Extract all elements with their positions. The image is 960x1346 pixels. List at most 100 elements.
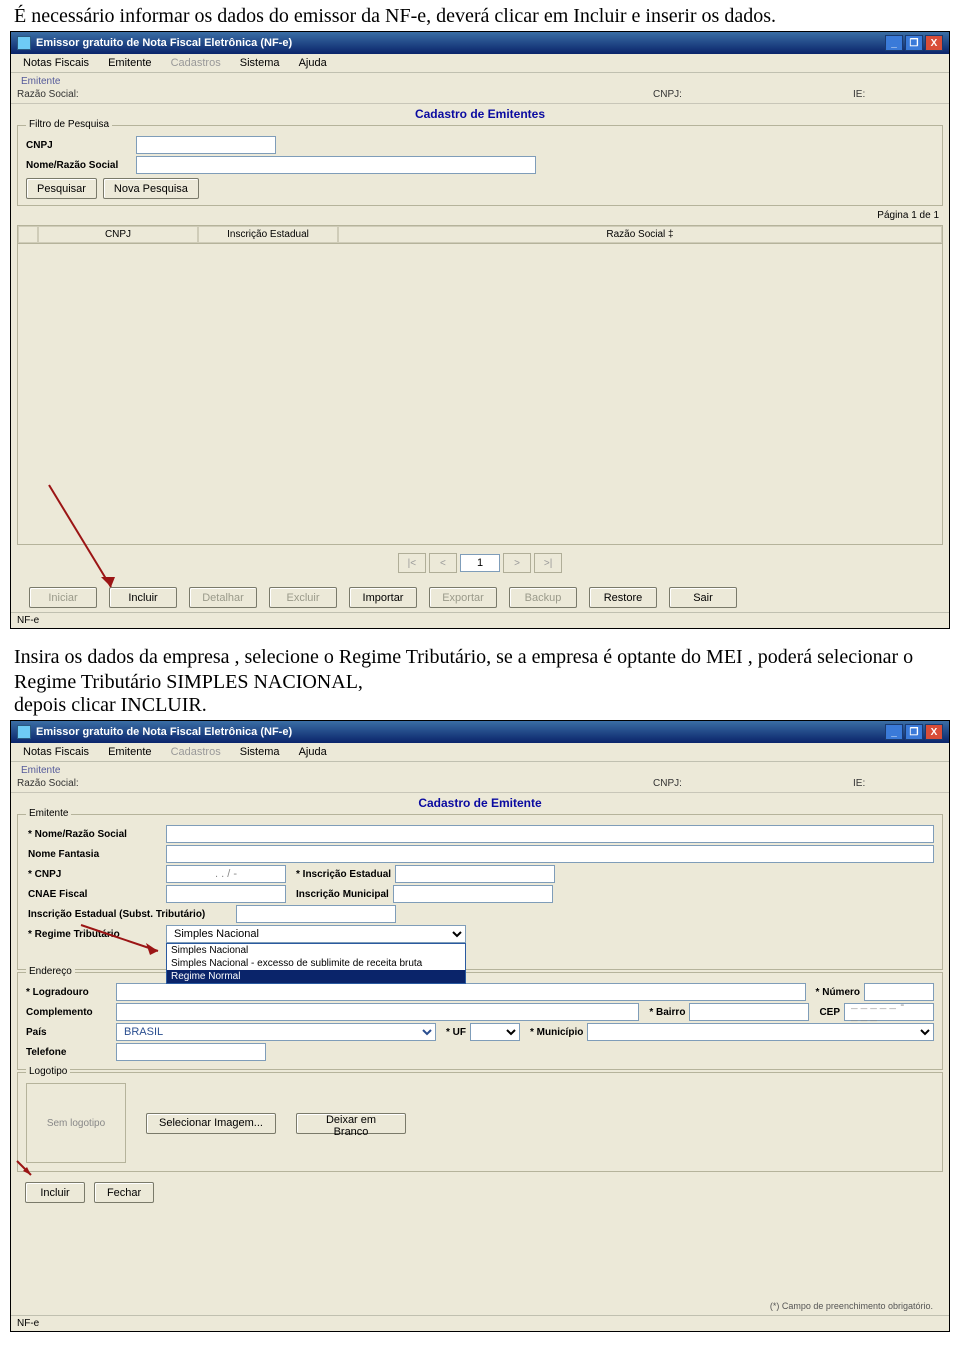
menu-sistema[interactable]: Sistema [232,745,288,759]
emitente-fieldset: Emitente * Nome/Razão Social Nome Fantas… [17,814,943,970]
intro-paragraph-3: depois clicar INCLUIR. [14,693,946,718]
close-button[interactable]: X [925,35,943,51]
nav-next-button[interactable]: > [503,553,531,573]
pais-label: País [26,1027,116,1038]
page-indicator: Página 1 de 1 [11,208,949,223]
insc-mun-input[interactable] [393,885,553,903]
grid-col-razao[interactable]: Razão Social ‡ [338,226,942,243]
restore-button[interactable]: Restore [589,587,657,608]
numero-input[interactable] [864,983,934,1001]
cnpj-input[interactable] [166,865,286,883]
cep-label: CEP [809,1007,844,1018]
status-bar-2: NF-e [11,1315,949,1331]
app-window-2: Emissor gratuito de Nota Fiscal Eletrôni… [10,720,950,1332]
page-title-2: Cadastro de Emitente [11,792,949,812]
menu-ajuda[interactable]: Ajuda [291,56,335,70]
ie-label: IE: [853,89,943,100]
telefone-input[interactable] [116,1043,266,1061]
cnae-input[interactable] [166,885,286,903]
bottom-button-row-1: Iniciar Incluir Detalhar Excluir Importa… [11,581,949,616]
maximize-button[interactable]: ❐ [905,35,923,51]
detalhar-button: Detalhar [189,587,257,608]
municipio-select[interactable] [587,1023,934,1041]
ie-label-2: IE: [853,778,943,789]
deixar-em-branco-button[interactable]: Deixar em Branco [296,1113,406,1134]
logotipo-fieldset: Logotipo Sem logotipo Selecionar Imagem.… [17,1072,943,1172]
menu-sistema[interactable]: Sistema [232,56,288,70]
filter-nome-label: Nome/Razão Social [26,160,136,171]
insc-est-st-label: Inscrição Estadual (Subst. Tributário) [26,909,236,920]
emitente-legend: Emitente [26,808,71,819]
cep-input-mask[interactable]: _____-___ [845,1000,933,1024]
uf-select[interactable] [470,1023,520,1041]
insc-est-label: * Inscrição Estadual [286,869,395,880]
regime-option-2[interactable]: Regime Normal [167,970,465,983]
minimize-button[interactable]: _ [885,724,903,740]
incluir-button[interactable]: Incluir [109,587,177,608]
filter-nome-input[interactable] [136,156,536,174]
menu-notas-fiscais[interactable]: Notas Fiscais [15,56,97,70]
nav-prev-button[interactable]: < [429,553,457,573]
pais-select[interactable]: BRASIL [116,1023,436,1041]
razao-social-label-2: Razão Social: [17,778,83,789]
intro-paragraph-1: É necessário informar os dados do emisso… [14,4,946,29]
pesquisar-button[interactable]: Pesquisar [26,178,97,199]
menu-notas-fiscais[interactable]: Notas Fiscais [15,745,97,759]
insc-est-input[interactable] [395,865,555,883]
regime-select[interactable]: Simples Nacional [166,925,466,943]
minimize-button[interactable]: _ [885,35,903,51]
logradouro-label: * Logradouro [26,987,116,998]
titlebar-2: Emissor gratuito de Nota Fiscal Eletrôni… [11,721,949,743]
intro-paragraph-2: Insira os dados da empresa , selecione o… [14,645,946,695]
nome-fantasia-input[interactable] [166,845,934,863]
menu-cadastros: Cadastros [163,745,229,759]
nav-last-button[interactable]: >| [534,553,562,573]
status-bar-1: NF-e [11,612,949,628]
excluir-button: Excluir [269,587,337,608]
filter-legend: Filtro de Pesquisa [26,119,112,130]
grid-col-checkbox[interactable] [18,226,38,243]
regime-option-0[interactable]: Simples Nacional [167,944,465,957]
grid-col-cnpj[interactable]: CNPJ [38,226,198,243]
menu-ajuda[interactable]: Ajuda [291,745,335,759]
nav-first-button[interactable]: |< [398,553,426,573]
app-icon [17,36,31,50]
incluir-button-2[interactable]: Incluir [25,1182,85,1203]
regime-option-1[interactable]: Simples Nacional - excesso de sublimite … [167,957,465,970]
app-window-1: Emissor gratuito de Nota Fiscal Eletrôni… [10,31,950,629]
titlebar-text: Emissor gratuito de Nota Fiscal Eletrôni… [36,726,292,738]
razao-social-label: Razão Social: [17,89,83,100]
complemento-input[interactable] [116,1003,639,1021]
insc-est-st-input[interactable] [236,905,396,923]
nav-page-input[interactable] [460,554,500,572]
close-button[interactable]: X [925,724,943,740]
fechar-button[interactable]: Fechar [94,1182,154,1203]
menu-emitente[interactable]: Emitente [100,745,159,759]
filter-cnpj-input[interactable] [136,136,276,154]
bairro-input[interactable] [689,1003,809,1021]
page-title: Cadastro de Emitentes [11,103,949,123]
sair-button[interactable]: Sair [669,587,737,608]
endereco-legend: Endereço [26,966,75,977]
titlebar-text: Emissor gratuito de Nota Fiscal Eletrôni… [36,37,292,49]
nome-fantasia-label: Nome Fantasia [26,849,166,860]
insc-mun-label: Inscrição Municipal [286,889,393,900]
menu-emitente[interactable]: Emitente [100,56,159,70]
telefone-label: Telefone [26,1047,116,1058]
bairro-label: * Bairro [639,1007,689,1018]
exportar-button: Exportar [429,587,497,608]
logradouro-input[interactable] [116,983,806,1001]
importar-button[interactable]: Importar [349,587,417,608]
titlebar-1: Emissor gratuito de Nota Fiscal Eletrôni… [11,32,949,54]
menubar-1: Notas Fiscais Emitente Cadastros Sistema… [11,54,949,73]
required-note: (*) Campo de preenchimento obrigatório. [770,1297,943,1313]
app-icon [17,725,31,739]
nova-pesquisa-button[interactable]: Nova Pesquisa [103,178,199,199]
selecionar-imagem-button[interactable]: Selecionar Imagem... [146,1113,276,1134]
grid-col-ie[interactable]: Inscrição Estadual [198,226,338,243]
nome-razao-input[interactable] [166,825,934,843]
municipio-label: * Município [520,1027,587,1038]
emitente-header-2: Emitente [17,765,943,778]
numero-label: * Número [806,987,864,998]
maximize-button[interactable]: ❐ [905,724,923,740]
